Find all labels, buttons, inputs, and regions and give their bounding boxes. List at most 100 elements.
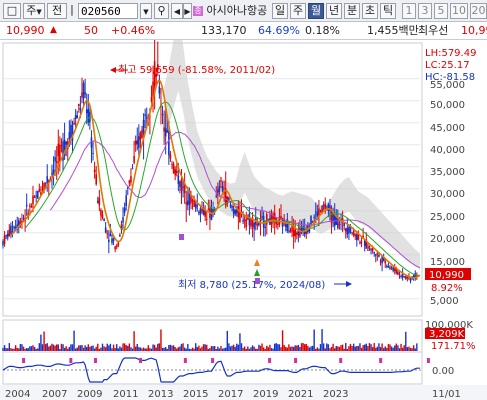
search-icon[interactable]: ⚲ bbox=[154, 3, 169, 19]
price-tick: 30,000 bbox=[430, 189, 465, 200]
volume-bar bbox=[281, 330, 284, 351]
period-button-tick[interactable]: 틱 bbox=[380, 3, 396, 19]
candle-body bbox=[210, 208, 213, 220]
candle-body bbox=[292, 230, 295, 237]
candle-body bbox=[356, 233, 358, 241]
volume-bar bbox=[289, 346, 292, 351]
volume-bar bbox=[106, 343, 108, 351]
period-button-day[interactable]: 일 bbox=[272, 3, 288, 19]
candle-body bbox=[215, 195, 218, 197]
candle-body bbox=[54, 156, 56, 162]
chevron-down-icon[interactable]: ▼ bbox=[140, 3, 152, 19]
candle-body bbox=[311, 221, 314, 223]
period-button-week[interactable]: 주 bbox=[290, 3, 306, 19]
volume-value: 133,170 bbox=[201, 24, 247, 37]
volume-bar bbox=[84, 345, 86, 351]
volume-bar bbox=[297, 344, 300, 351]
volume-bar bbox=[90, 346, 93, 351]
volume-bar bbox=[397, 345, 399, 351]
oscillator-signal bbox=[93, 358, 97, 363]
current-price-badge-label: 10,990 bbox=[429, 270, 464, 281]
volume-bar bbox=[33, 346, 36, 351]
mode-dropdown[interactable]: 주▼ bbox=[23, 3, 45, 19]
volume-bar bbox=[315, 348, 317, 351]
volume-bar bbox=[51, 343, 53, 351]
volume-bar bbox=[245, 348, 247, 351]
candle-body bbox=[171, 163, 173, 165]
candle-body bbox=[145, 116, 148, 119]
volume-bar bbox=[125, 345, 127, 351]
volume-bar bbox=[405, 331, 407, 351]
next-arrow-icon[interactable]: ▶ bbox=[183, 3, 192, 19]
prev-arrow-icon[interactable]: ◀ bbox=[171, 3, 183, 19]
candle-body bbox=[174, 169, 176, 176]
volume-bar bbox=[414, 348, 416, 351]
volume-bar bbox=[196, 347, 198, 351]
candle-body bbox=[46, 176, 49, 183]
volume-bar bbox=[337, 346, 339, 351]
oscillator-signal bbox=[183, 358, 187, 363]
candle-body bbox=[32, 195, 34, 205]
candle-body bbox=[96, 200, 99, 203]
oscillator-signal bbox=[268, 358, 272, 363]
candle-body bbox=[199, 208, 202, 215]
stock-code-input[interactable] bbox=[78, 3, 138, 19]
interval-button-1[interactable]: 1 bbox=[402, 3, 416, 19]
volume-bar bbox=[82, 347, 85, 351]
volume-bar bbox=[326, 343, 328, 351]
candle-body bbox=[81, 92, 83, 98]
period-button-minute[interactable]: 분 bbox=[344, 3, 360, 19]
volume-bar bbox=[329, 348, 331, 351]
candle-body bbox=[392, 267, 394, 271]
candle-body bbox=[371, 248, 374, 251]
period-button-second[interactable]: 초 bbox=[362, 3, 378, 19]
interval-button-5[interactable]: 5 bbox=[434, 3, 448, 19]
candle-body bbox=[379, 261, 382, 263]
candle-body bbox=[123, 207, 126, 213]
stock-name-label[interactable]: 종 아시아나항공 bbox=[193, 3, 271, 19]
interval-button-20[interactable]: 20 bbox=[470, 3, 487, 19]
volume-bar bbox=[406, 347, 409, 351]
volume-bar bbox=[127, 345, 129, 351]
volume-bar bbox=[204, 344, 206, 351]
volume-bar bbox=[359, 343, 361, 351]
volume-bar bbox=[120, 347, 123, 351]
volume-bar bbox=[190, 348, 192, 351]
chart-layout-icon[interactable]: □ bbox=[3, 3, 21, 19]
candle-body bbox=[163, 127, 165, 132]
price-chart[interactable]: 최고 59,659 (-81.58%, 2011/02) 최저 8,780 (2… bbox=[0, 40, 487, 400]
period-button-month[interactable]: 월 bbox=[308, 3, 324, 19]
candle-body bbox=[327, 203, 330, 212]
volume-bar bbox=[307, 345, 309, 351]
candle-body bbox=[376, 253, 379, 255]
volume-bar bbox=[360, 347, 363, 351]
volume-bar bbox=[172, 345, 175, 351]
candle-body bbox=[122, 217, 124, 223]
volume-bar bbox=[308, 347, 311, 351]
volume-bar bbox=[231, 345, 233, 351]
price-tick: 35,000 bbox=[430, 167, 465, 178]
volume-bar bbox=[400, 343, 402, 351]
volume-bar bbox=[218, 348, 221, 351]
candle-body bbox=[253, 222, 255, 229]
interval-button-10[interactable]: 10 bbox=[450, 3, 468, 19]
volume-bar bbox=[78, 345, 80, 351]
period-button-year[interactable]: 년 bbox=[326, 3, 342, 19]
volume-bar bbox=[237, 344, 240, 351]
volume-bar bbox=[340, 345, 342, 351]
quote-info-bar: 10,990 ▲ 50 +0.46% 133,170 64.69% 0.18% … bbox=[0, 22, 487, 40]
jeon-button[interactable]: 전 bbox=[47, 3, 67, 19]
candle-body bbox=[212, 209, 214, 213]
volume-bar bbox=[202, 344, 205, 351]
interval-button-3[interactable]: 3 bbox=[418, 3, 432, 19]
candle-body bbox=[205, 218, 208, 220]
candle-body bbox=[262, 215, 265, 228]
volume-bar bbox=[24, 348, 26, 351]
candle-body bbox=[393, 268, 396, 271]
volume-bar bbox=[253, 346, 255, 351]
volume-bar bbox=[40, 334, 42, 351]
date-tick: 2007 bbox=[42, 389, 67, 400]
candle-body bbox=[232, 208, 235, 214]
candle-body bbox=[218, 186, 221, 193]
date-tick: 2021 bbox=[288, 389, 313, 400]
